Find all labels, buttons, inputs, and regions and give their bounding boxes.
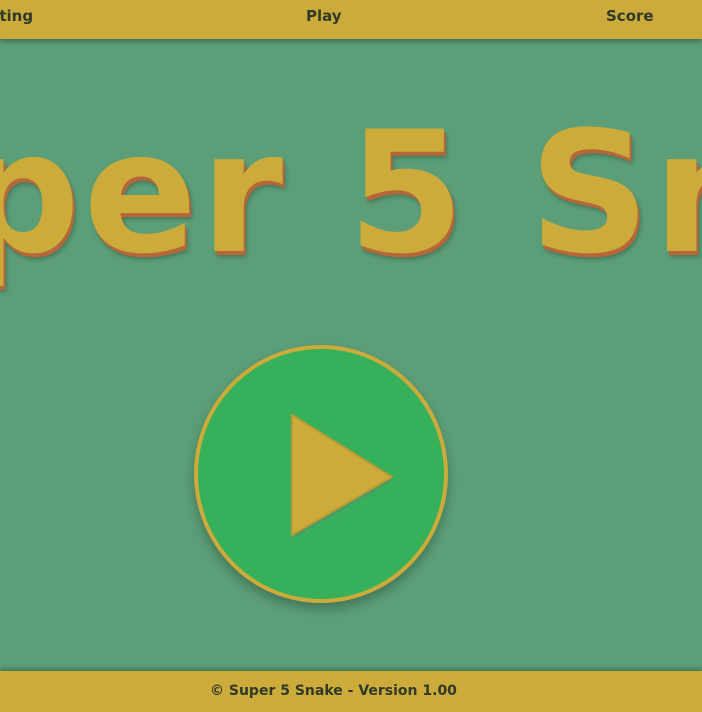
footer-copyright: © Super 5 Snake - Version 1.00: [210, 683, 457, 699]
play-button[interactable]: [194, 345, 448, 603]
nav-play[interactable]: Play: [306, 0, 342, 32]
play-icon: [291, 414, 394, 538]
footer-bar: © Super 5 Snake - Version 1.00: [0, 671, 702, 712]
nav-setting[interactable]: etting: [0, 0, 33, 32]
nav-score[interactable]: Score: [606, 0, 654, 32]
game-title: per 5 Snak: [0, 95, 702, 291]
game-screen: etting Play Score per 5 Snak © Super 5 S…: [0, 0, 702, 712]
top-nav-bar: etting Play Score: [0, 0, 702, 39]
